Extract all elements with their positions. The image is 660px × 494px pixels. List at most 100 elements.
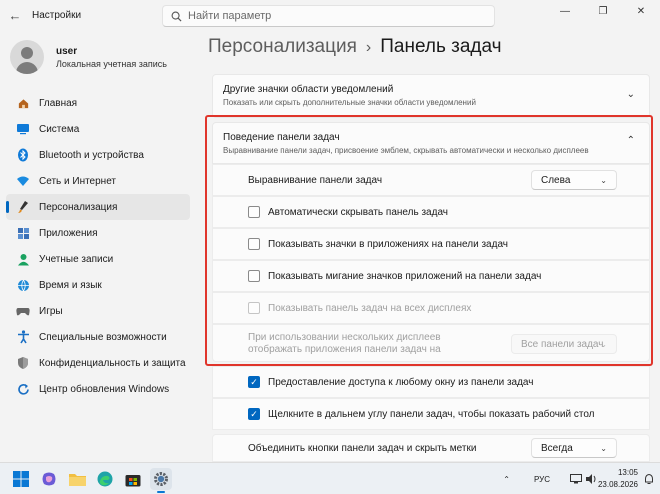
badges-checkbox[interactable] (248, 238, 260, 250)
sidebar-item-label: Время и язык (39, 279, 102, 291)
restore-icon: ❐ (598, 5, 608, 17)
combine-buttons-label: Объединить кнопки панели задач и скрыть … (248, 443, 477, 454)
start-button[interactable] (10, 468, 32, 490)
globe-icon (16, 278, 30, 292)
close-button[interactable]: ✕ (622, 0, 660, 22)
bluetooth-icon (16, 148, 30, 162)
sidebar-item-network[interactable]: Сеть и Интернет (6, 168, 190, 194)
notifications-button[interactable] (644, 463, 654, 494)
sidebar-nav: Главная Система Bluetooth и устройства С… (6, 90, 190, 402)
all-displays-label: Показывать панель задач на всех дисплеях (268, 303, 472, 314)
language-label: РУС (533, 474, 550, 484)
section-title: Поведение панели задач (223, 132, 340, 143)
sidebar-item-accessibility[interactable]: Специальные возможности (6, 324, 190, 350)
tray-overflow-button[interactable]: ⌃ (503, 463, 510, 494)
chevron-down-icon: ⌄ (626, 89, 635, 100)
sidebar-item-label: Система (39, 123, 80, 135)
share-window-checkbox[interactable]: ✓ (248, 376, 260, 388)
maximize-button[interactable]: ❐ (584, 0, 622, 22)
breadcrumb: Персонализация › Панель задач (208, 36, 502, 58)
clock[interactable]: 13:05 23.08.2026 (598, 467, 638, 491)
wifi-icon (16, 174, 30, 188)
sidebar-item-accounts[interactable]: Учетные записи (6, 246, 190, 272)
sidebar-item-gaming[interactable]: Игры (6, 298, 190, 324)
bell-icon (645, 473, 653, 484)
user-account-type: Локальная учетная запись (56, 58, 167, 69)
multi-display-row: При использовании нескольких дисплеев от… (212, 324, 650, 362)
sidebar-item-label: Конфиденциальность и защита (39, 357, 186, 369)
sidebar-item-label: Персонализация (39, 201, 118, 213)
far-corner-row: ✓ Щелкните в дальнем углу панели задач, … (212, 398, 650, 430)
edge-button[interactable] (94, 468, 116, 490)
section-subtitle: Выравнивание панели задач, присвоение эм… (223, 146, 589, 155)
sidebar-item-label: Центр обновления Windows (39, 383, 170, 395)
breadcrumb-separator: › (365, 39, 372, 56)
apps-icon (16, 226, 30, 240)
search-icon (171, 11, 182, 22)
sidebar-item-bluetooth[interactable]: Bluetooth и устройства (6, 142, 190, 168)
combine-buttons-dropdown[interactable]: Всегда ⌄ (531, 438, 617, 458)
store-button[interactable] (122, 468, 144, 490)
breadcrumb-parent[interactable]: Персонализация (208, 36, 357, 57)
flashing-row: Показывать мигание значков приложений на… (212, 260, 650, 292)
flashing-label: Показывать мигание значков приложений на… (268, 271, 542, 282)
auto-hide-row: Автоматически скрывать панель задач (212, 196, 650, 228)
copilot-icon (42, 472, 56, 486)
multi-display-value: Все панели задач (521, 338, 604, 350)
brush-icon (16, 200, 30, 214)
badges-label: Показывать значки в приложениях на панел… (268, 239, 508, 250)
sidebar-item-label: Главная (39, 97, 78, 109)
all-displays-checkbox (248, 302, 260, 314)
sidebar-item-label: Учетные записи (39, 253, 114, 265)
alignment-value: Слева (541, 174, 571, 186)
sidebar-item-windows-update[interactable]: Центр обновления Windows (6, 376, 190, 402)
search-input[interactable] (188, 10, 478, 22)
combine-buttons-row: Объединить кнопки панели задач и скрыть … (212, 434, 650, 462)
folder-icon (68, 474, 86, 486)
sidebar-item-personalization[interactable]: Персонализация (6, 194, 190, 220)
search-box[interactable] (162, 5, 495, 27)
sidebar-item-home[interactable]: Главная (6, 90, 190, 116)
sidebar-item-apps[interactable]: Приложения (6, 220, 190, 246)
share-window-label: Предоставление доступа к любому окну из … (268, 377, 534, 388)
back-button[interactable]: ← (4, 4, 26, 26)
minimize-button[interactable]: — (546, 0, 584, 22)
person-icon (16, 252, 30, 266)
clock-date: 23.08.2026 (597, 480, 638, 489)
sidebar-item-label: Сеть и Интернет (39, 175, 117, 187)
chevron-down-icon: ⌄ (600, 339, 607, 349)
volume-tray-button[interactable] (586, 463, 598, 494)
user-name: user (56, 45, 78, 57)
network-tray-button[interactable] (570, 463, 582, 494)
auto-hide-checkbox[interactable] (248, 206, 260, 218)
taskbar-behaviors-section[interactable]: Поведение панели задач Выравнивание пане… (212, 122, 650, 164)
share-window-row: ✓ Предоставление доступа к любому окну и… (212, 366, 650, 398)
file-explorer-button[interactable] (66, 468, 88, 490)
settings-app-button[interactable] (150, 468, 172, 493)
sidebar-item-time-language[interactable]: Время и язык (6, 272, 190, 298)
back-arrow-icon: ← (8, 7, 22, 23)
sidebar-item-system[interactable]: Система (6, 116, 190, 142)
user-profile[interactable]: user Локальная учетная запись (10, 40, 167, 74)
language-indicator[interactable]: РУС (534, 463, 550, 494)
flashing-checkbox[interactable] (248, 270, 260, 282)
chevron-down-icon: ⌄ (600, 175, 607, 185)
copilot-button[interactable] (38, 468, 60, 490)
taskbar: ⌃ РУС 13:05 23.08.2026 (0, 462, 660, 494)
sidebar-item-privacy[interactable]: Конфиденциальность и защита (6, 350, 190, 376)
system-icon (16, 122, 30, 136)
gear-icon (154, 472, 168, 486)
far-corner-checkbox[interactable]: ✓ (248, 408, 260, 420)
sidebar-item-label: Bluetooth и устройства (39, 149, 144, 161)
tray-icons-section[interactable]: Другие значки области уведомлений Показа… (212, 74, 650, 118)
sidebar-item-label: Приложения (39, 227, 98, 239)
network-icon (570, 474, 582, 484)
avatar (10, 40, 44, 74)
alignment-dropdown[interactable]: Слева ⌄ (531, 170, 617, 190)
update-icon (16, 382, 30, 396)
chevron-up-icon: ⌃ (626, 135, 635, 146)
edge-icon (97, 471, 113, 487)
store-icon (125, 474, 141, 486)
badges-row: Показывать значки в приложениях на панел… (212, 228, 650, 260)
far-corner-label: Щелкните в дальнем углу панели задач, чт… (268, 409, 595, 420)
